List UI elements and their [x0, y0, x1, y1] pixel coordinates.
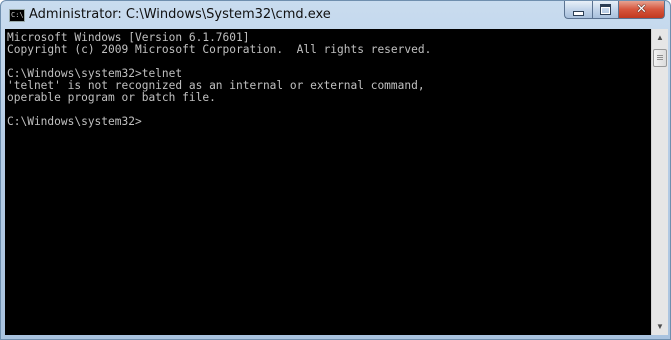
close-button[interactable]: ✕ — [619, 1, 665, 19]
scroll-down-icon[interactable]: ▼ — [652, 318, 668, 335]
command-prompt[interactable]: C:\Windows\system32> — [7, 116, 649, 128]
scrollbar-thumb[interactable] — [653, 49, 667, 67]
close-icon: ✕ — [636, 2, 647, 17]
minimize-button[interactable] — [564, 1, 592, 19]
console-line: operable program or batch file. — [7, 91, 216, 104]
vertical-scrollbar[interactable]: ▲ ▼ — [651, 29, 668, 335]
scroll-up-icon[interactable]: ▲ — [652, 29, 668, 46]
title-bar[interactable]: C:\ Administrator: C:\Windows\System32\c… — [1, 1, 670, 29]
caption-buttons: ✕ — [564, 1, 665, 20]
maximize-button[interactable] — [592, 1, 619, 19]
console-line: Copyright (c) 2009 Microsoft Corporation… — [7, 43, 432, 56]
minimize-icon — [573, 10, 584, 16]
console-output[interactable]: Microsoft Windows [Version 6.1.7601] Cop… — [5, 29, 651, 335]
maximize-icon — [600, 4, 611, 15]
window-title: Administrator: C:\Windows\System32\cmd.e… — [29, 7, 331, 22]
cmd-window: C:\ Administrator: C:\Windows\System32\c… — [0, 0, 671, 340]
cmd-icon[interactable]: C:\ — [9, 9, 25, 22]
